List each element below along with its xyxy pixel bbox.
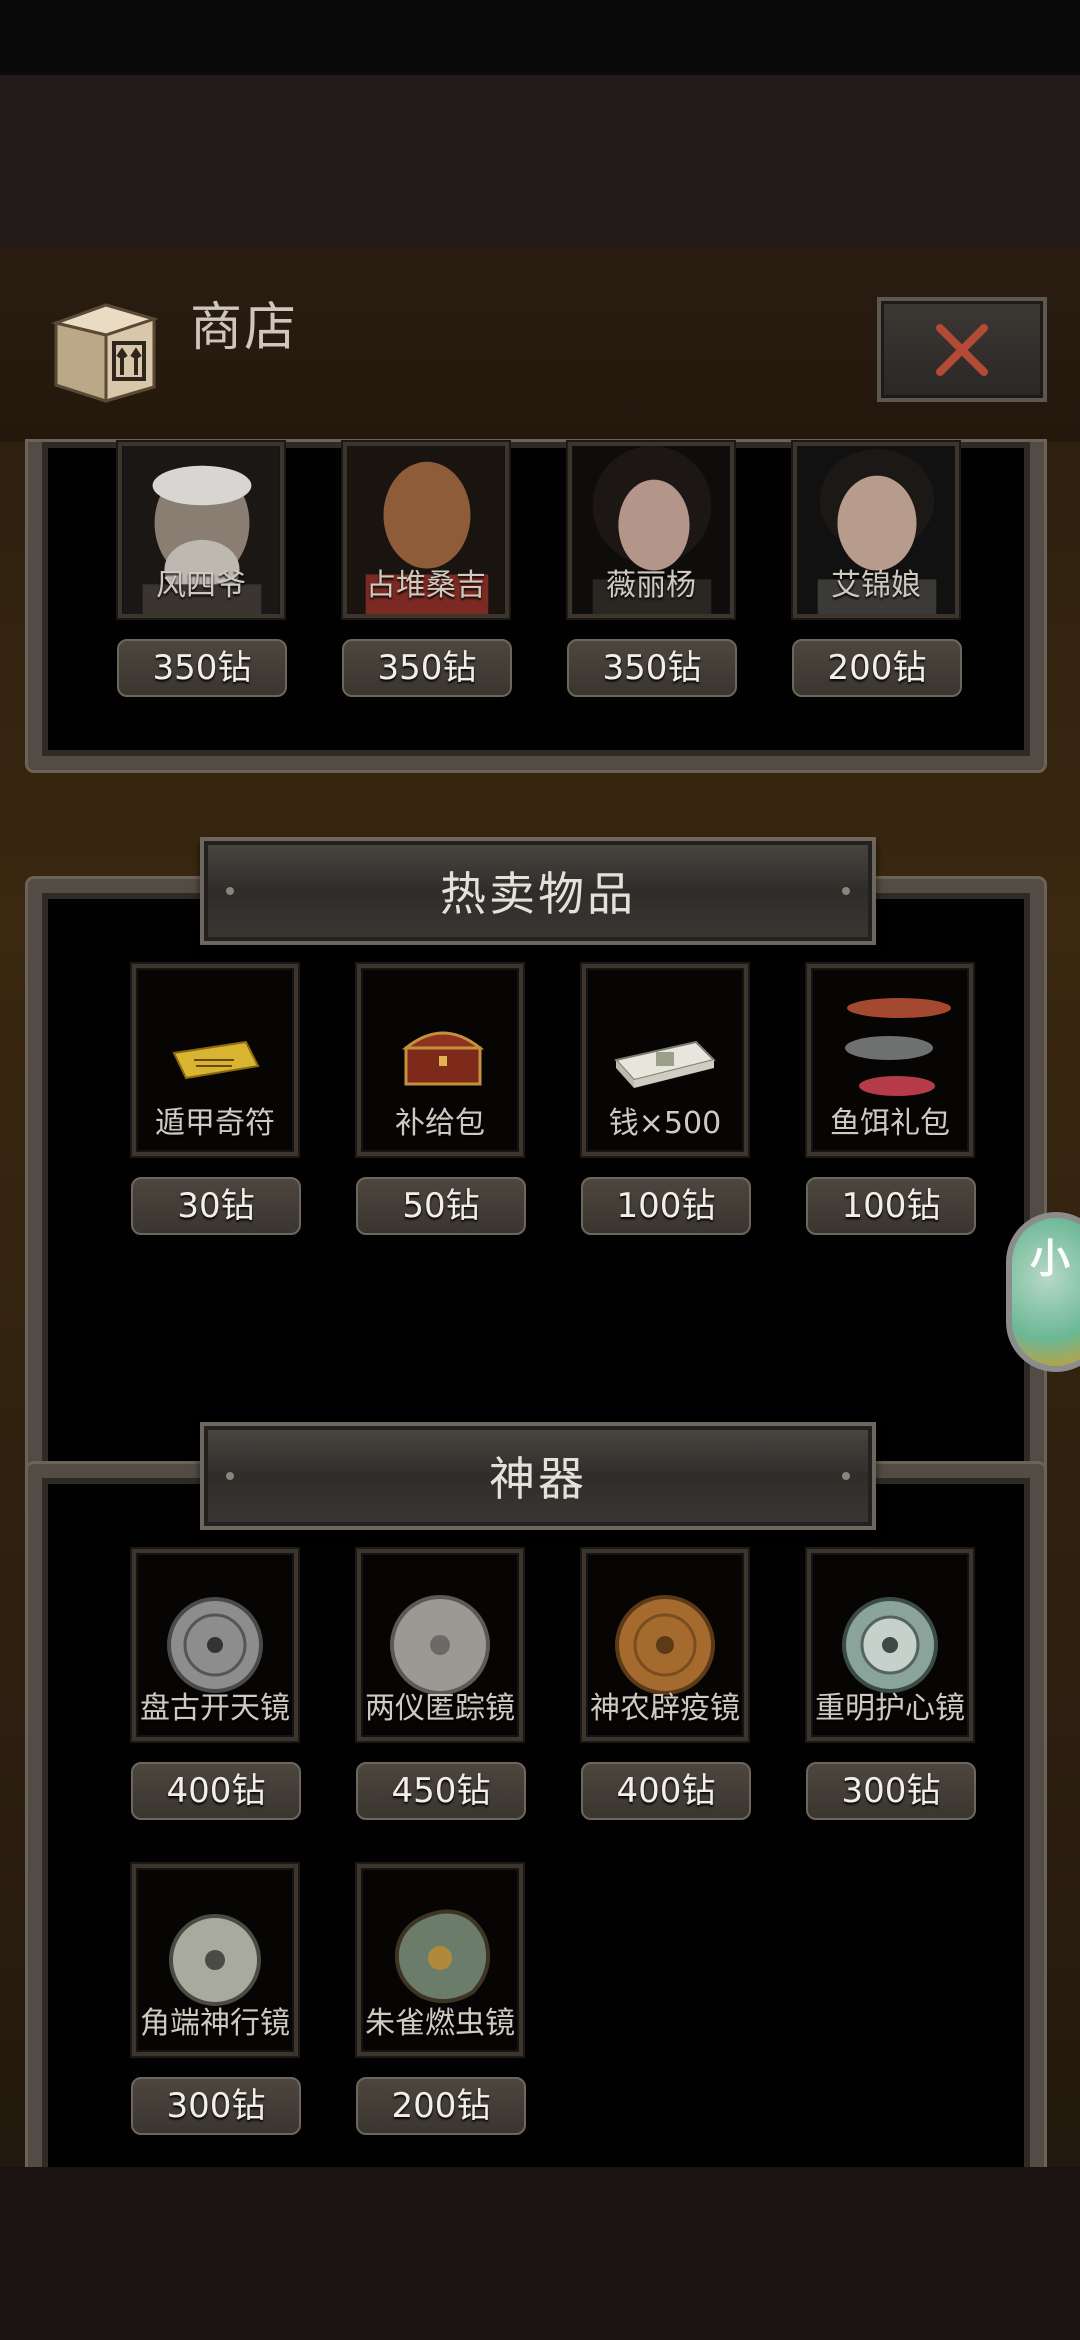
price-tag[interactable]: 200钻	[356, 2077, 526, 2135]
item-card[interactable]: 遁甲奇符	[132, 964, 298, 1156]
artifact-name: 两仪匿踪镜	[365, 1691, 515, 1726]
shop-header: 商店	[0, 247, 1080, 442]
shop-window: 商店 风四爷 占堆桑吉 薇丽杨 艾锦娘 350钻 350钻 350钻 200钻 …	[0, 247, 1080, 2167]
item-name: 钱×500	[608, 1106, 722, 1141]
floating-assistant-label: 小	[1030, 1236, 1070, 1282]
character-name: 艾锦娘	[831, 568, 921, 603]
character-card-weiliyang[interactable]: 薇丽杨	[568, 442, 734, 618]
price-tag[interactable]: 300钻	[806, 1762, 976, 1820]
price-tag[interactable]: 400钻	[131, 1762, 301, 1820]
price-tag[interactable]: 450钻	[356, 1762, 526, 1820]
close-x-icon	[936, 323, 988, 376]
dim-overlay-bottom	[0, 2167, 1080, 2340]
character-card-aijinniang[interactable]: 艾锦娘	[793, 442, 959, 618]
artifact-card[interactable]: 重明护心镜	[807, 1549, 973, 1741]
item-card[interactable]: 补给包	[357, 964, 523, 1156]
artifact-card[interactable]: 角端神行镜	[132, 1864, 298, 2056]
artifact-name: 角端神行镜	[140, 2006, 290, 2041]
character-name: 占堆桑吉	[366, 568, 486, 603]
price-tag[interactable]: 100钻	[581, 1177, 751, 1235]
hot-items-banner: 热卖物品	[200, 837, 876, 945]
package-box-icon	[50, 303, 160, 404]
price-tag[interactable]: 50钻	[356, 1177, 526, 1235]
shop-title: 商店	[190, 298, 299, 358]
price-tag[interactable]: 200钻	[792, 639, 962, 697]
artifacts-banner: 神器	[200, 1422, 876, 1530]
artifact-name: 盘古开天镜	[140, 1691, 290, 1726]
item-card[interactable]: 鱼饵礼包	[807, 964, 973, 1156]
price-tag[interactable]: 300钻	[131, 2077, 301, 2135]
status-bar	[0, 0, 1080, 75]
price-tag[interactable]: 400钻	[581, 1762, 751, 1820]
price-tag[interactable]: 350钻	[567, 639, 737, 697]
artifact-card[interactable]: 盘古开天镜	[132, 1549, 298, 1741]
price-tag[interactable]: 30钻	[131, 1177, 301, 1235]
item-name: 遁甲奇符	[155, 1106, 275, 1141]
close-button[interactable]	[877, 297, 1047, 402]
artifact-card[interactable]: 神农辟疫镜	[582, 1549, 748, 1741]
floating-assistant-widget[interactable]: 小	[1006, 1212, 1080, 1372]
dim-overlay-top	[0, 75, 1080, 247]
character-card-fengsiye[interactable]: 风四爷	[118, 442, 284, 618]
artifact-name: 朱雀燃虫镜	[365, 2006, 515, 2041]
item-name: 鱼饵礼包	[830, 1106, 950, 1141]
character-card-zhandui[interactable]: 占堆桑吉	[343, 442, 509, 618]
artifact-card[interactable]: 两仪匿踪镜	[357, 1549, 523, 1741]
item-name: 补给包	[395, 1106, 485, 1141]
artifact-name: 神农辟疫镜	[590, 1691, 740, 1726]
character-name: 薇丽杨	[606, 568, 696, 603]
price-tag[interactable]: 350钻	[117, 639, 287, 697]
price-tag[interactable]: 350钻	[342, 639, 512, 697]
artifact-card[interactable]: 朱雀燃虫镜	[357, 1864, 523, 2056]
character-name: 风四爷	[156, 568, 246, 603]
item-card[interactable]: 钱×500	[582, 964, 748, 1156]
artifact-name: 重明护心镜	[815, 1691, 965, 1726]
price-tag[interactable]: 100钻	[806, 1177, 976, 1235]
